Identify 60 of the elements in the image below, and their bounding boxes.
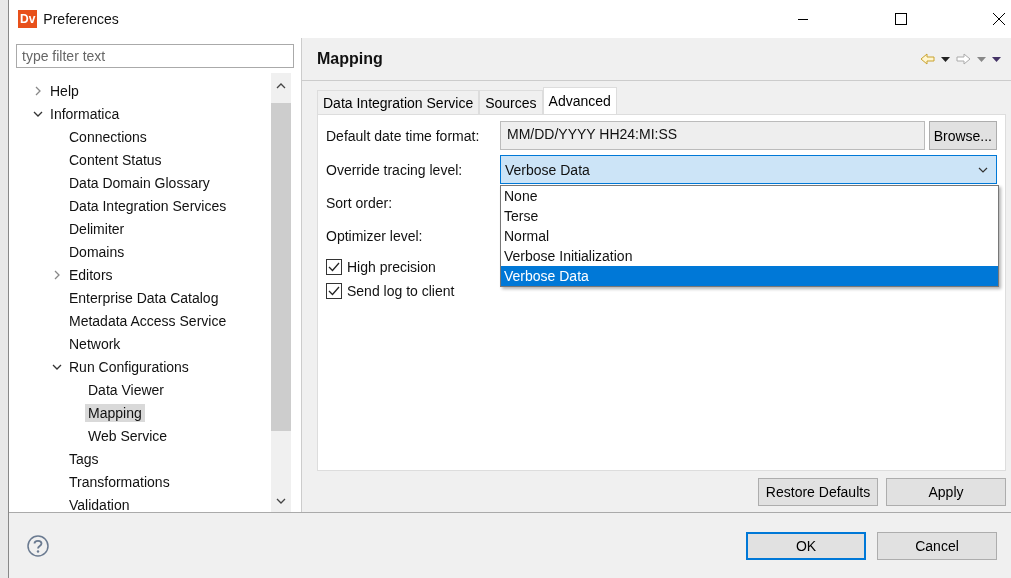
help-icon[interactable]: [27, 534, 49, 557]
tree-item[interactable]: Metadata Access Service: [66, 311, 230, 330]
browse-button[interactable]: Browse...: [928, 121, 997, 150]
dropdown-option[interactable]: Normal: [501, 226, 998, 246]
dropdown-option[interactable]: None: [501, 186, 998, 206]
filter-field[interactable]: type filter text: [16, 44, 294, 68]
tree-item[interactable]: Web Service: [85, 426, 171, 445]
app-logo: Dv: [18, 10, 38, 28]
field-label: Optimizer level:: [326, 228, 424, 244]
tree-item[interactable]: Data Domain Glossary: [66, 173, 213, 192]
tab[interactable]: Data Integration Service: [317, 90, 480, 114]
ok-button[interactable]: OK: [746, 531, 866, 560]
tree-item[interactable]: Mapping: [85, 403, 145, 422]
tree-item[interactable]: Help: [47, 81, 82, 100]
tree-item[interactable]: Connections: [66, 127, 150, 146]
tree-item[interactable]: Transformations: [66, 472, 173, 491]
tree-item[interactable]: Tags: [66, 449, 102, 468]
tree-item[interactable]: Delimiter: [66, 219, 128, 238]
field-label: Sort order:: [326, 195, 394, 211]
page-title: Mapping: [317, 50, 383, 68]
maximize-icon[interactable]: [895, 13, 907, 25]
checkbox-label[interactable]: High precision: [347, 259, 436, 275]
dropdown-option[interactable]: Terse: [501, 206, 998, 226]
dropdown-caret-icon[interactable]: [941, 56, 950, 62]
collapse-chevron-icon[interactable]: [32, 110, 43, 117]
tree-item[interactable]: Content Status: [66, 150, 165, 169]
caret-icon: [978, 166, 988, 173]
scrollbar[interactable]: [271, 73, 291, 512]
tree-item[interactable]: Data Integration Services: [66, 196, 230, 215]
tree-item[interactable]: Run Configurations: [66, 357, 192, 376]
tab[interactable]: Advanced: [542, 87, 617, 114]
field-label: Override tracing level:: [326, 161, 464, 178]
expand-chevron-icon[interactable]: [53, 269, 60, 280]
tree-item[interactable]: Validation: [66, 495, 133, 514]
apply-button[interactable]: Apply: [886, 478, 1006, 506]
restore-defaults-button[interactable]: Restore Defaults: [758, 478, 878, 506]
date-format-field[interactable]: MM/DD/YYYY HH24:MI:SS: [500, 121, 925, 150]
window-title: Preferences: [43, 11, 119, 27]
collapse-chevron-icon[interactable]: [51, 363, 62, 370]
scroll-down-icon[interactable]: [276, 498, 286, 504]
tree-item[interactable]: Enterprise Data Catalog: [66, 288, 222, 307]
tree-item[interactable]: Informatica: [47, 104, 123, 123]
dropdown-option[interactable]: Verbose Data: [501, 266, 998, 286]
view-menu-icon[interactable]: [992, 56, 1001, 62]
tree-item[interactable]: Domains: [66, 242, 128, 261]
tracing-level-dropdown[interactable]: Verbose Data: [500, 155, 997, 184]
checkbox[interactable]: [326, 259, 342, 275]
field-label: Default date time format:: [326, 127, 481, 144]
cancel-button[interactable]: Cancel: [877, 531, 997, 560]
tree-item[interactable]: Network: [66, 334, 124, 353]
tree-item[interactable]: Data Viewer: [85, 380, 167, 399]
checkbox[interactable]: [326, 283, 342, 299]
tab[interactable]: Sources: [479, 90, 543, 114]
scroll-up-icon[interactable]: [276, 83, 286, 89]
dropdown-option[interactable]: Verbose Initialization: [501, 246, 998, 266]
tree-item[interactable]: Editors: [66, 265, 116, 284]
expand-chevron-icon[interactable]: [34, 85, 41, 96]
checkbox-label[interactable]: Send log to client: [347, 283, 455, 299]
scroll-thumb[interactable]: [271, 103, 291, 431]
close-icon[interactable]: [993, 13, 1005, 25]
